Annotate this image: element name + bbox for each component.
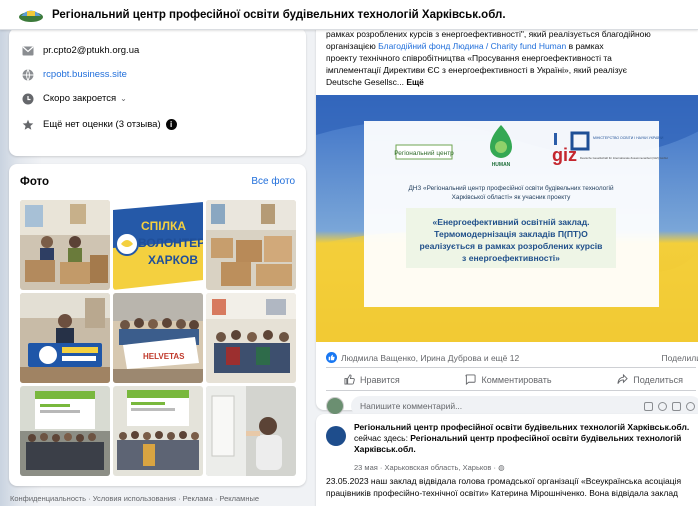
comment-icon xyxy=(465,374,477,385)
photos-heading[interactable]: Фото xyxy=(20,176,49,188)
image-subtitle-1: ДНЗ «Регіональний центр професійної осві… xyxy=(408,184,613,192)
photo-thumbnail-5[interactable]: HELVETAS xyxy=(113,293,203,383)
page-title[interactable]: Регіональний центр професійної освіти бу… xyxy=(52,9,506,21)
hours-row[interactable]: Скоро закроется ⌄ xyxy=(21,92,127,105)
post-text-line5: Deutsche Gesellsc... xyxy=(326,77,407,87)
post2-body-line2: працівників професійно-технічної освіти»… xyxy=(326,487,679,498)
thumbs-up-icon xyxy=(344,374,355,385)
globe-icon xyxy=(21,68,34,81)
see-all-photos-link[interactable]: Все фото xyxy=(251,176,295,187)
post2-meta: 23 мая · Харьковская область, Харьков · … xyxy=(354,463,505,472)
comment-composer: Напишите комментарий... xyxy=(326,396,698,416)
post2-meta-text[interactable]: 23 мая · Харьковская область, Харьков · xyxy=(354,463,498,472)
post2-body-line1: 23.05.2023 наш заклад відвідала голова г… xyxy=(326,476,682,486)
reactions-text[interactable]: Людмила Ващенко, Ирина Дуброва и ещё 12 xyxy=(341,353,519,363)
spilka-text-1: СПІЛКА xyxy=(141,219,186,233)
email-text[interactable]: pr.cpto2@ptukh.org.ua xyxy=(43,45,139,56)
comment-placeholder: Напишите комментарий... xyxy=(360,401,463,411)
divider xyxy=(326,367,696,368)
post2-header: Регіональний центр професійної освіти бу… xyxy=(354,422,694,455)
hours-text: Скоро закроется xyxy=(43,93,117,104)
like-button[interactable]: Нравится xyxy=(326,372,418,387)
post-text-line4: імплементації Директиви ЄС з енергоефект… xyxy=(326,65,628,75)
shares-count[interactable]: Поделили xyxy=(662,353,698,363)
divider xyxy=(326,390,696,391)
info-icon[interactable]: i xyxy=(165,119,177,130)
photo-thumbnail-2[interactable]: СПІЛКА ВОЛОНТЕР ХАРКОВ xyxy=(113,200,203,290)
website-link[interactable]: rcpobt.business.site xyxy=(43,69,127,80)
photo-thumbnail-4[interactable] xyxy=(20,293,110,383)
image-subtitle-2: Харківської області» як учасник проекту xyxy=(452,193,571,201)
rating-row: Ещё нет оценки (3 отзыва) i xyxy=(21,118,177,131)
giz-subtext: Deutsche Gesellschaft für Internationale… xyxy=(580,156,668,160)
globe-icon: ◍ xyxy=(498,463,505,472)
see-more-link[interactable]: Ещё xyxy=(406,77,424,87)
image-main-4: з енергоефективності» xyxy=(462,253,560,263)
like-label: Нравится xyxy=(360,374,400,385)
post-card-2: Регіональний центр професійної освіти бу… xyxy=(316,414,698,506)
logo-text-human: HUMAN xyxy=(492,162,511,168)
post2-author[interactable]: Регіональний центр професійної освіти бу… xyxy=(354,422,689,432)
page-header-bar: Регіональний центр професійної освіти бу… xyxy=(0,0,698,30)
photo-thumbnail-6[interactable] xyxy=(206,293,296,383)
comment-label: Комментировать xyxy=(481,374,552,385)
share-icon xyxy=(617,374,629,384)
logo-text-center: Регіональний центр xyxy=(394,149,454,157)
image-main-2: Термомодернізація закладів П(ПТ)О xyxy=(434,229,588,239)
star-icon xyxy=(21,118,34,131)
post-image[interactable]: Регіональний центр HUMAN giz МІНІСТЕРСТВ… xyxy=(316,95,698,342)
comment-input[interactable]: Напишите комментарий... xyxy=(351,396,698,416)
post2-status-prefix: сейчас здесь: xyxy=(354,433,411,443)
photos-card: Фото Все фото СПІЛКА ВОЛОНТЕР ХАРКОВ HELVE… xyxy=(9,164,306,486)
post-text-line2-suffix: в рамках xyxy=(566,41,604,51)
post-text: рамках розроблених курсів з енергоефекти… xyxy=(326,28,696,88)
camera-icon[interactable] xyxy=(672,401,681,411)
post-text-line2-prefix: організацією xyxy=(326,41,379,51)
ministry-text: МІНІСТЕРСТВО ОСВІТИ І НАУКИ УКРАЇНИ xyxy=(593,136,664,140)
gif-icon[interactable] xyxy=(686,401,695,411)
post-actions: Нравится Комментировать Поделиться xyxy=(326,372,698,387)
emoji-icon[interactable] xyxy=(658,401,667,411)
photo-thumbnail-7[interactable] xyxy=(20,386,110,476)
helvetas-banner-text: HELVETAS xyxy=(143,352,185,361)
image-main-1: «Енергоефективний освітній заклад. xyxy=(432,217,589,227)
photo-thumbnail-9[interactable] xyxy=(206,386,296,476)
reactions-row[interactable]: Людмила Ващенко, Ирина Дуброва и ещё 12 … xyxy=(326,352,698,363)
footer-links[interactable]: Конфиденциальность · Условия использован… xyxy=(10,494,259,503)
comment-tools xyxy=(644,401,695,411)
spilka-text-2: ВОЛОНТЕР xyxy=(138,236,203,250)
spilka-text-3: ХАРКОВ xyxy=(148,253,198,267)
post-card: рамках розроблених курсів з енергоефекти… xyxy=(316,20,698,416)
charity-fund-link[interactable]: Благодійний фонд Людина / Charity fund H… xyxy=(378,41,566,51)
chevron-down-icon: ⌄ xyxy=(120,94,127,103)
avatar[interactable] xyxy=(326,397,344,415)
like-reaction-icon xyxy=(326,352,337,363)
post2-body: 23.05.2023 наш заклад відвідала голова г… xyxy=(326,476,698,499)
email-row: pr.cpto2@ptukh.org.ua xyxy=(21,44,139,57)
avatar[interactable] xyxy=(326,426,346,446)
website-row: rcpobt.business.site xyxy=(21,68,127,81)
center-logo-icon xyxy=(19,10,43,22)
intro-card: pr.cpto2@ptukh.org.ua rcpobt.business.si… xyxy=(9,28,306,156)
sticker-icon[interactable] xyxy=(644,401,653,411)
image-main-3: реалізується в рамках розроблених курсів xyxy=(420,241,603,251)
comment-button[interactable]: Комментировать xyxy=(447,372,569,387)
rating-text: Ещё нет оценки (3 отзыва) xyxy=(43,119,161,130)
photo-thumbnail-1[interactable] xyxy=(20,200,110,290)
envelope-icon xyxy=(21,44,34,57)
photo-grid: СПІЛКА ВОЛОНТЕР ХАРКОВ HELVETAS xyxy=(20,200,296,476)
post-text-line3: проекту технічного співробітництва «Прос… xyxy=(326,53,612,63)
photo-thumbnail-8[interactable] xyxy=(113,386,203,476)
clock-icon xyxy=(21,92,34,105)
share-button[interactable]: Поделиться xyxy=(599,372,698,387)
share-label: Поделиться xyxy=(633,374,683,385)
photo-thumbnail-3[interactable] xyxy=(206,200,296,290)
